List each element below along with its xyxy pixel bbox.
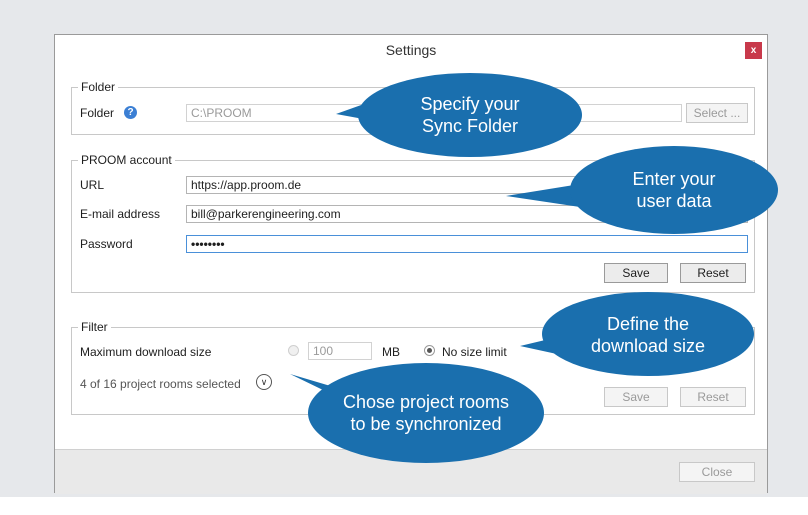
download-size-callout-text: Define the download size bbox=[590, 314, 706, 356]
folder-group-legend: Folder bbox=[78, 80, 119, 94]
size-limit-radio[interactable] bbox=[288, 345, 299, 356]
sync-folder-callout-text: Specify your Sync Folder bbox=[420, 94, 520, 136]
unit-label: MB bbox=[382, 345, 400, 359]
password-field[interactable]: •••••••• bbox=[186, 235, 748, 253]
no-size-limit-radio[interactable] bbox=[424, 345, 435, 356]
filter-group-legend: Filter bbox=[78, 320, 111, 334]
no-size-limit-label[interactable]: No size limit bbox=[442, 345, 507, 359]
rooms-selected-label: 4 of 16 project rooms selected bbox=[80, 377, 241, 391]
account-save-button[interactable]: Save bbox=[604, 263, 668, 283]
max-size-label: Maximum download size bbox=[80, 345, 212, 359]
user-data-callout-text: Enter your user data bbox=[632, 169, 716, 211]
dialog-footer: Close bbox=[55, 449, 767, 494]
filter-save-button[interactable]: Save bbox=[604, 387, 668, 407]
filter-reset-button[interactable]: Reset bbox=[680, 387, 746, 407]
folder-label: Folder bbox=[80, 106, 115, 120]
window-title: Settings bbox=[385, 42, 437, 58]
url-label: URL bbox=[80, 178, 105, 192]
size-value-field[interactable]: 100 bbox=[308, 342, 372, 360]
close-icon[interactable]: x bbox=[745, 42, 762, 59]
account-reset-button[interactable]: Reset bbox=[680, 263, 746, 283]
select-folder-button[interactable]: Select ... bbox=[686, 103, 748, 123]
email-label: E-mail address bbox=[80, 207, 161, 221]
account-group-legend: PROOM account bbox=[78, 153, 175, 167]
close-button[interactable]: Close bbox=[679, 462, 755, 482]
project-rooms-callout-text: Chose project rooms to be synchronized bbox=[342, 392, 510, 434]
title-bar: Settings x bbox=[55, 35, 767, 65]
help-icon[interactable]: ? bbox=[124, 106, 137, 119]
password-label: Password bbox=[80, 237, 133, 251]
chevron-down-icon[interactable]: ∨ bbox=[256, 374, 272, 390]
